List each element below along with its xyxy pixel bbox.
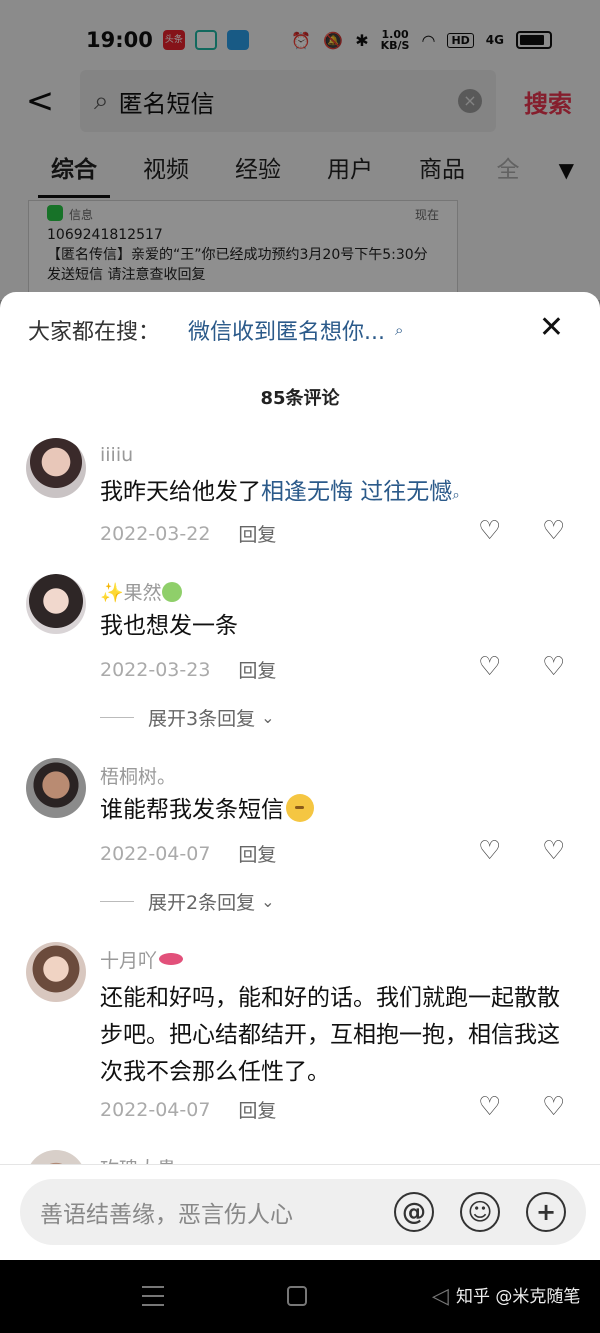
comment-date: 2022-03-23 (100, 658, 211, 681)
search-icon: ⌕ (452, 488, 460, 503)
comment-author[interactable]: iiiiu (100, 444, 133, 466)
hot-search-row: 大家都在搜： 微信收到匿名想你... ⌕ (28, 314, 403, 346)
comment-search-link[interactable]: 相逢无悔 过往无憾 (261, 479, 452, 505)
avatar[interactable] (26, 758, 86, 818)
comment-author[interactable]: 梧桐树。 (100, 762, 176, 789)
avatar[interactable] (26, 942, 86, 1002)
dislike-icon[interactable]: ♡ (542, 836, 565, 866)
pleading-emoji (286, 794, 314, 822)
reply-button[interactable]: 回复 (238, 656, 276, 683)
comment-input[interactable]: 善语结善缘，恶言伤人心 @ ☺ + (20, 1179, 586, 1245)
like-icon[interactable]: ♡ (478, 652, 501, 682)
dislike-icon[interactable]: ♡ (542, 516, 565, 546)
overlay-dim[interactable] (0, 0, 600, 300)
expand-replies[interactable]: 展开3条回复 ⌄ (100, 704, 275, 731)
chevron-down-icon: ⌄ (261, 708, 275, 727)
comment-text-prefix: 我昨天给他发了 (100, 479, 261, 505)
expand-replies-label: 展开3条回复 (148, 708, 256, 730)
system-nav-bar: ◁ 知乎 @米克随笔 (0, 1260, 600, 1333)
comment-author[interactable]: 十月吖 (100, 946, 184, 973)
comment-input-bar: 善语结善缘，恶言伤人心 @ ☺ + (0, 1164, 600, 1260)
green-apple-emoji (161, 582, 182, 602)
comment-input-placeholder[interactable]: 善语结善缘，恶言伤人心 (40, 1195, 368, 1229)
comment-author-name: 十月吖 (100, 950, 158, 972)
like-icon[interactable]: ♡ (478, 1092, 501, 1122)
back-triangle-icon[interactable]: ◁ (432, 1284, 449, 1309)
expand-replies-label: 展开2条回复 (148, 892, 256, 914)
like-icon[interactable]: ♡ (478, 516, 501, 546)
lips-emoji (159, 953, 184, 965)
comment-meta: 2022-04-07 回复 (100, 1096, 276, 1123)
comment-author[interactable]: ✨果然 (100, 578, 182, 605)
menu-icon[interactable] (142, 1286, 164, 1306)
comment-date: 2022-04-07 (100, 1098, 211, 1121)
dislike-icon[interactable]: ♡ (542, 1092, 565, 1122)
plus-icon[interactable]: + (526, 1192, 566, 1232)
comment-text: 还能和好吗，能和好的话。我们就跑一起散散步吧。把心结都结开，互相抱一抱，相信我这… (100, 985, 560, 1085)
chevron-down-icon: ⌄ (261, 892, 275, 911)
comment-count: 85条评论 (260, 388, 340, 409)
comment-date: 2022-03-22 (100, 522, 211, 545)
comment-meta: 2022-03-23 回复 (100, 656, 276, 683)
watermark: 知乎 @米克随笔 (456, 1287, 581, 1307)
comment-text: 谁能帮我发条短信 (100, 792, 560, 829)
like-icon[interactable]: ♡ (478, 836, 501, 866)
comment-sheet: 大家都在搜： 微信收到匿名想你... ⌕ ✕ 85条评论 iiiiu 我昨天给他… (0, 292, 600, 1260)
avatar[interactable] (26, 574, 86, 634)
reply-button[interactable]: 回复 (238, 840, 276, 867)
comment-text: 我昨天给他发了相逢无悔 过往无憾⌕ (100, 474, 560, 514)
comment-author-name: ✨果然 (100, 582, 162, 604)
expand-replies[interactable]: 展开2条回复 ⌄ (100, 888, 275, 915)
hot-search-label: 大家都在搜： (28, 320, 161, 345)
avatar[interactable] (26, 438, 86, 498)
comment-meta: 2022-04-07 回复 (100, 840, 276, 867)
search-icon: ⌕ (395, 321, 404, 339)
divider (100, 901, 134, 902)
comment-text-body: 谁能帮我发条短信 (100, 797, 284, 823)
comment-meta: 2022-03-22 回复 (100, 520, 276, 547)
reply-button[interactable]: 回复 (238, 520, 276, 547)
comment-date: 2022-04-07 (100, 842, 211, 865)
comment-text: 我也想发一条 (100, 613, 238, 639)
close-button[interactable]: ✕ (539, 310, 564, 345)
at-mention-icon[interactable]: @ (394, 1192, 434, 1232)
hot-search-query[interactable]: 微信收到匿名想你... (188, 314, 385, 346)
divider (100, 717, 134, 718)
dislike-icon[interactable]: ♡ (542, 652, 565, 682)
home-icon[interactable] (287, 1286, 307, 1306)
emoji-icon[interactable]: ☺ (460, 1192, 500, 1232)
reply-button[interactable]: 回复 (238, 1096, 276, 1123)
